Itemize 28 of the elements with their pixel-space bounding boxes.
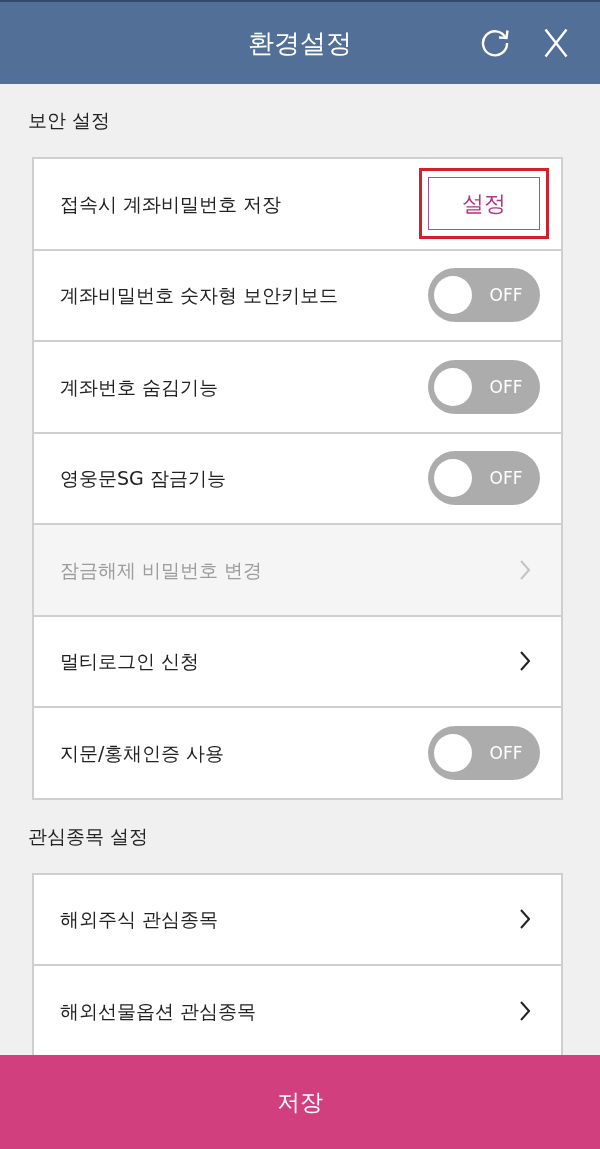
set-button[interactable]: 설정 <box>428 177 540 231</box>
window-title: 환경설정 <box>248 27 352 59</box>
setting-label: 멀티로그인 신청 <box>60 649 200 674</box>
setting-label: 영웅문SG 잠금기능 <box>60 466 226 491</box>
chevron-right-icon <box>520 1000 530 1021</box>
setting-label: 해외주식 관심종목 <box>60 907 219 932</box>
setting-label: 지문/홍채인증 사용 <box>60 740 225 765</box>
setting-label: 계좌번호 숨김기능 <box>60 374 219 399</box>
setting-label: 해외선물옵션 관심종목 <box>60 998 257 1023</box>
save-button[interactable]: 저장 <box>0 1055 600 1149</box>
refresh-icon[interactable] <box>480 28 510 58</box>
close-icon[interactable] <box>544 28 568 58</box>
chevron-right-icon <box>520 651 530 672</box>
chevron-right-icon <box>520 909 530 930</box>
toggle-knob-icon <box>434 733 472 772</box>
toggle-knob-icon <box>434 276 472 315</box>
toggle-knob-icon <box>434 459 472 498</box>
toggle-switch[interactable]: OFF <box>428 725 540 780</box>
setting-label: 계좌비밀번호 숫자형 보안키보드 <box>60 283 339 308</box>
chevron-right-icon <box>520 559 530 580</box>
toggle-knob-icon <box>434 367 472 406</box>
section-title: 보안 설정 <box>28 108 111 132</box>
section-title: 관심종목 설정 <box>28 823 149 848</box>
toggle-switch[interactable]: OFF <box>428 451 540 506</box>
setting-label: 접속시 계좌비밀번호 저장 <box>60 191 282 216</box>
setting-label: 잠금해제 비밀번호 변경 <box>60 557 263 582</box>
toggle-switch[interactable]: OFF <box>428 268 540 323</box>
toggle-switch[interactable]: OFF <box>428 359 540 414</box>
